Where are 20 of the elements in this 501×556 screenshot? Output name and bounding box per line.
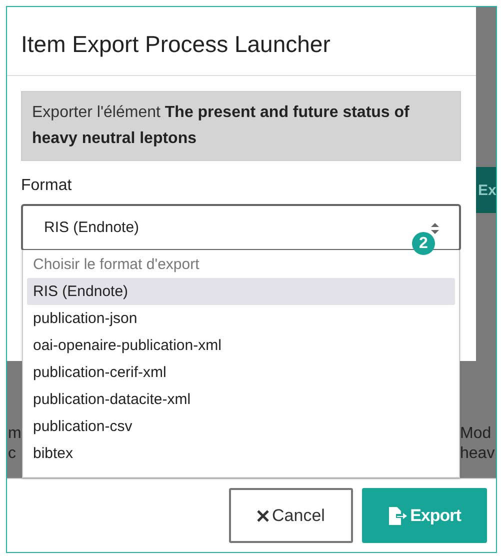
file-export-icon [388,506,408,524]
dropdown-option[interactable]: publication-json [27,305,455,332]
close-icon [257,510,270,522]
background-text: Mod [460,424,492,444]
dialog-title: Item Export Process Launcher [21,30,330,58]
dropdown-option[interactable]: publication-cerif-xml [27,359,455,386]
dropdown-option[interactable]: bibtex [27,440,455,467]
cancel-button[interactable]: Cancel [229,488,353,543]
background-text: m [8,424,22,444]
dropdown-menu[interactable]: Choisir le format d'export RIS (Endnote) publication-json oai-openaire-publication-xml publication-cerif-xml publication-datacite-xml publication-csv bibtex [22,250,460,478]
dropdown-option[interactable]: publication-csv [27,413,455,440]
dropdown-placeholder: Choisir le format d'export [32,255,200,275]
background-text: c [8,444,16,464]
dropdown-option[interactable]: publication-datacite-xml [27,386,455,413]
dropdown-option[interactable]: oai-openaire-publication-xml [27,332,455,359]
background-text: heav [460,444,495,464]
sort-icon [431,223,439,234]
export-item-message: Exporter l'élément The present and future status of heavy neutral leptons [21,91,461,161]
format-label: Format [21,177,73,195]
dropdown-option[interactable]: RIS (Endnote) [27,278,455,305]
